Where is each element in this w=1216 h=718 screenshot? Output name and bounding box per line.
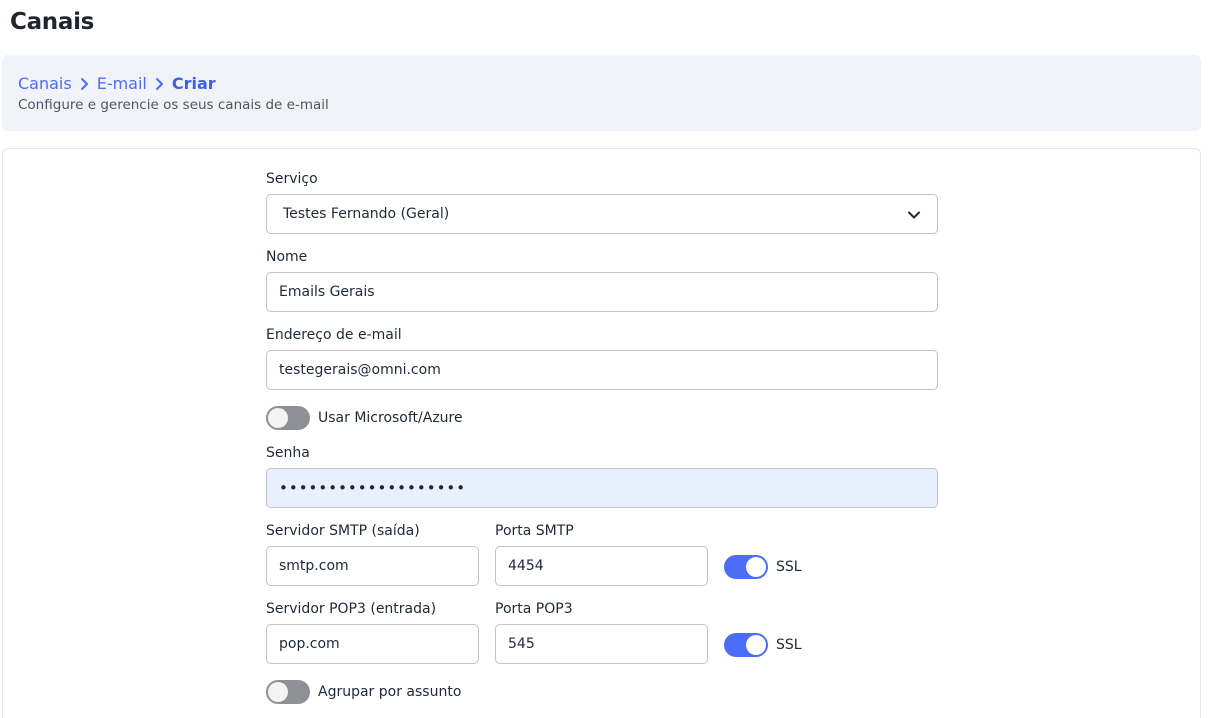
password-input[interactable]: •••••••••••••••••••	[266, 468, 938, 508]
smtp-ssl-label: SSL	[776, 559, 802, 575]
pop3-server-input[interactable]: pop.com	[266, 624, 479, 664]
nome-input[interactable]: Emails Gerais	[266, 272, 938, 312]
nome-label: Nome	[266, 249, 308, 265]
group-subject-toggle[interactable]	[266, 680, 310, 704]
pop3-server-label: Servidor POP3 (entrada)	[266, 601, 437, 617]
senha-label: Senha	[266, 445, 310, 461]
group-subject-label: Agrupar por assunto	[318, 684, 462, 700]
chevron-down-icon	[907, 208, 921, 222]
email-label: Endereço de e-mail	[266, 327, 402, 343]
breadcrumb-link-canais[interactable]: Canais	[18, 74, 72, 93]
toggle-knob	[746, 635, 766, 655]
smtp-port-label: Porta SMTP	[495, 523, 574, 539]
smtp-server-input[interactable]: smtp.com	[266, 546, 479, 586]
breadcrumb-link-email[interactable]: E-mail	[97, 74, 147, 93]
servico-label: Serviço	[266, 171, 318, 187]
azure-toggle[interactable]	[266, 406, 310, 430]
pop3-ssl-label: SSL	[776, 637, 802, 653]
servico-selected-value: Testes Fernando (Geral)	[283, 206, 450, 222]
azure-toggle-label: Usar Microsoft/Azure	[318, 410, 463, 426]
smtp-server-label: Servidor SMTP (saída)	[266, 523, 420, 539]
page-subtitle: Configure e gerencie os seus canais de e…	[18, 97, 329, 113]
chevron-right-icon	[153, 77, 166, 91]
servico-select[interactable]: Testes Fernando (Geral)	[266, 194, 938, 234]
pop3-ssl-toggle[interactable]	[724, 633, 768, 657]
toggle-knob	[746, 557, 766, 577]
toggle-knob	[268, 682, 288, 702]
email-input[interactable]: testegerais@omni.com	[266, 350, 938, 390]
toggle-knob	[268, 408, 288, 428]
breadcrumb-header: Canais E-mail Criar Configure e gerencie…	[2, 55, 1201, 131]
chevron-right-icon	[78, 77, 91, 91]
page-title: Canais	[10, 9, 95, 35]
breadcrumb: Canais E-mail Criar	[18, 74, 216, 93]
pop3-port-input[interactable]: 545	[495, 624, 708, 664]
smtp-ssl-toggle[interactable]	[724, 555, 768, 579]
smtp-port-input[interactable]: 4454	[495, 546, 708, 586]
pop3-port-label: Porta POP3	[495, 601, 573, 617]
breadcrumb-current: Criar	[171, 74, 216, 93]
